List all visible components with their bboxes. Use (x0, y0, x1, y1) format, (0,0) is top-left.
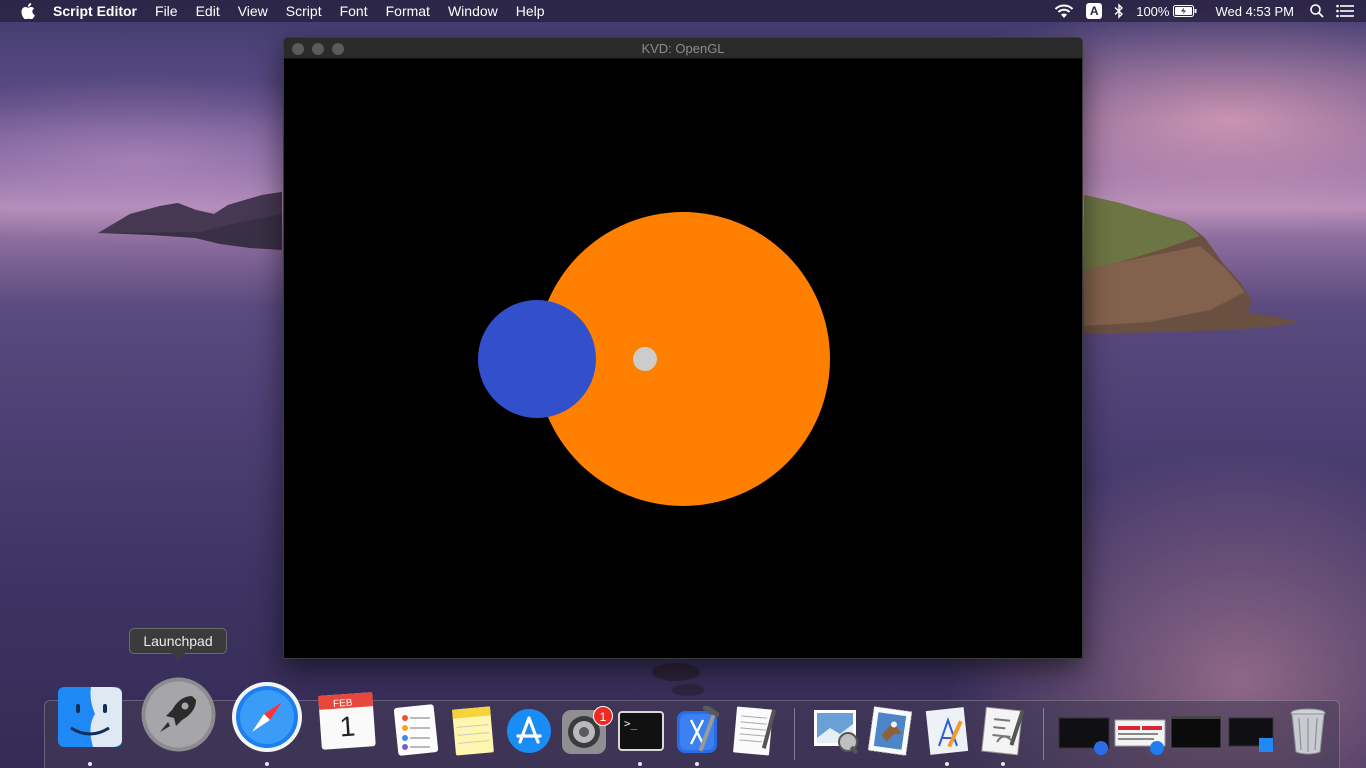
instruments-running-dot (945, 762, 949, 766)
minimized-window-2-icon[interactable] (1113, 718, 1169, 758)
dock-separator-right (1043, 708, 1044, 760)
notification-center-icon[interactable] (1336, 4, 1354, 18)
menu-bar: Script Editor File Edit View Script Font… (0, 0, 1366, 22)
script-editor-running-dot (1001, 762, 1005, 766)
xcode-running-dot (695, 762, 699, 766)
battery-percent[interactable]: 100% (1136, 4, 1169, 19)
calendar-month: FEB (333, 698, 353, 710)
dock-tooltip: Launchpad (129, 628, 227, 654)
launchpad-icon[interactable] (140, 676, 217, 753)
menu-edit[interactable]: Edit (187, 0, 229, 22)
menu-format[interactable]: Format (377, 0, 439, 22)
opengl-canvas[interactable] (284, 59, 1082, 659)
input-source-icon[interactable]: A (1086, 3, 1103, 19)
dock-separator-left (794, 708, 795, 760)
window-titlebar[interactable]: KVD: OpenGL (284, 38, 1082, 59)
menu-file[interactable]: File (146, 0, 187, 22)
minimized-window-1-icon[interactable] (1057, 716, 1113, 756)
apple-menu-icon[interactable] (16, 0, 40, 22)
tooltip-arrow (171, 653, 185, 661)
menu-help[interactable]: Help (507, 0, 554, 22)
minimized-window-4-icon[interactable] (1227, 716, 1283, 756)
small-gray-circle (633, 347, 657, 371)
terminal-prompt: >_ (624, 717, 638, 730)
opengl-window[interactable]: KVD: OpenGL (283, 37, 1083, 659)
app-store-icon[interactable] (506, 708, 552, 754)
calendar-day: 1 (339, 710, 357, 742)
menu-view[interactable]: View (229, 0, 277, 22)
clock[interactable]: Wed 4:53 PM (1215, 4, 1294, 19)
menu-window[interactable]: Window (439, 0, 507, 22)
finder-running-dot (88, 762, 92, 766)
window-title: KVD: OpenGL (641, 41, 725, 56)
spotlight-icon[interactable] (1310, 4, 1324, 18)
trash-icon[interactable] (1287, 706, 1329, 756)
system-preferences-badge: 1 (593, 706, 613, 726)
menu-font[interactable]: Font (331, 0, 377, 22)
instruments-icon[interactable] (925, 706, 971, 756)
wifi-icon[interactable] (1054, 4, 1074, 19)
preview-icon[interactable] (812, 708, 862, 754)
xcode-icon[interactable] (674, 706, 722, 756)
battery-icon[interactable] (1173, 5, 1197, 17)
calendar-icon[interactable]: FEB 1 (318, 690, 376, 750)
finder-icon[interactable] (57, 686, 123, 748)
system-preferences-running-dot (638, 762, 642, 766)
script-editor-icon[interactable] (981, 706, 1027, 756)
textedit-icon[interactable] (733, 705, 777, 757)
bluetooth-icon[interactable] (1114, 3, 1124, 19)
notes-icon[interactable] (452, 706, 494, 756)
safari-running-dot (265, 762, 269, 766)
blue-circle (478, 300, 596, 418)
minimized-window-3-icon[interactable] (1169, 714, 1225, 754)
menu-app-name[interactable]: Script Editor (44, 0, 146, 22)
menu-script[interactable]: Script (277, 0, 331, 22)
terminal-icon[interactable]: >_ (617, 710, 665, 752)
safari-icon[interactable] (230, 680, 304, 754)
reminders-icon[interactable] (394, 704, 438, 756)
mail-icon[interactable] (868, 706, 914, 756)
